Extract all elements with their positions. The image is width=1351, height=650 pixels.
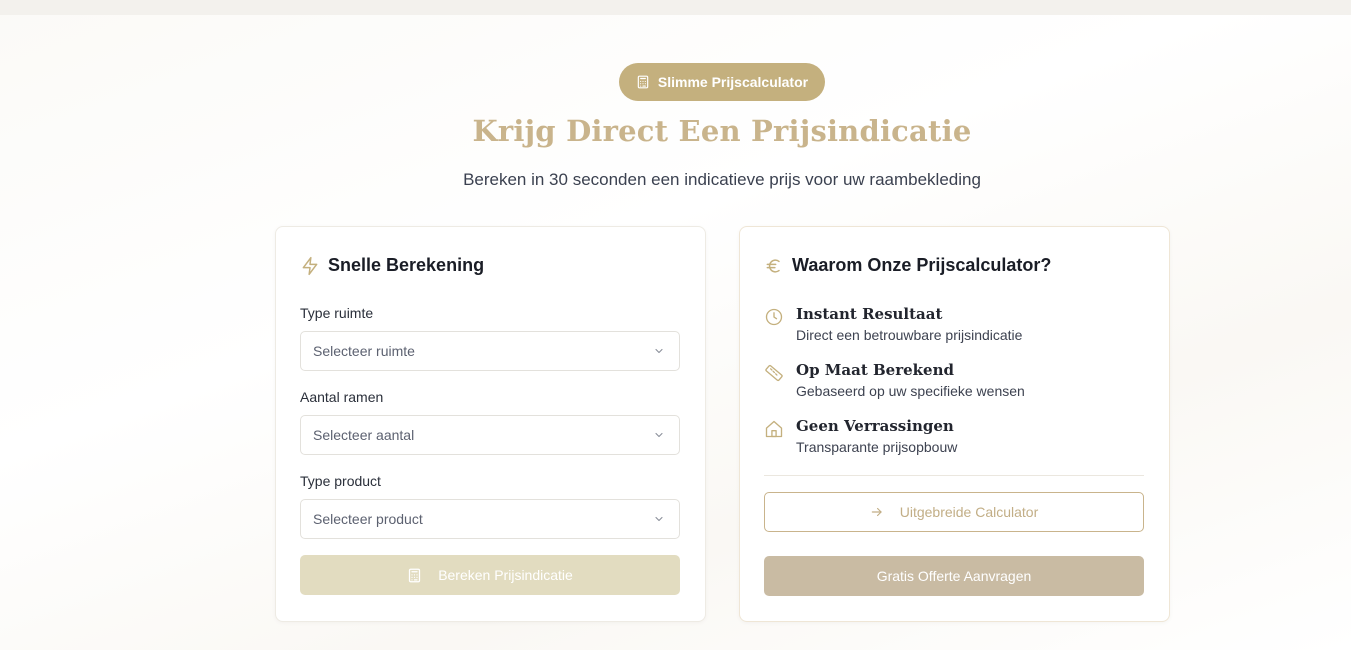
chevron-down-icon — [655, 432, 663, 438]
feature-item: Op Maat Berekend Gebaseerd op uw specifi… — [764, 361, 1025, 399]
room-type-value: Selecteer ruimte — [313, 343, 415, 359]
request-quote-label: Gratis Offerte Aanvragen — [876, 568, 1032, 584]
feature-title: Instant Resultaat — [796, 305, 943, 323]
page-subtitle: Bereken in 30 seconden een indicatieve p… — [463, 170, 981, 189]
feature-item: Instant Resultaat Direct een betrouwbare… — [764, 305, 1022, 343]
request-quote-button[interactable]: Gratis Offerte Aanvragen — [764, 556, 1144, 596]
why-header: Waarom Onze Prijscalculator? — [764, 255, 1051, 276]
chevron-down-icon — [655, 348, 663, 354]
top-bar — [0, 0, 1351, 15]
page-title: Krijg Direct Een Prijsindicatie — [472, 114, 972, 148]
calculator-badge: Slimme Prijscalculator — [619, 63, 825, 101]
window-count-select[interactable]: Selecteer aantal — [300, 415, 680, 455]
calculate-button[interactable]: Bereken Prijsindicatie — [300, 555, 680, 595]
product-type-label: Type product — [300, 473, 381, 489]
why-card: Waarom Onze Prijscalculator? Instant Res… — [739, 226, 1170, 622]
product-type-select[interactable]: Selecteer product — [300, 499, 680, 539]
room-type-select[interactable]: Selecteer ruimte — [300, 331, 680, 371]
arrow-right-icon — [871, 507, 882, 517]
window-count-label: Aantal ramen — [300, 389, 384, 405]
ruler-icon — [765, 364, 783, 382]
quick-calc-header: Snelle Berekening — [300, 255, 484, 276]
calculator-icon — [637, 75, 649, 89]
why-title: Waarom Onze Prijscalculator? — [792, 255, 1052, 275]
chevron-down-icon — [655, 516, 663, 522]
euro-icon — [766, 258, 780, 273]
window-count-value: Selecteer aantal — [313, 427, 415, 443]
calculator-icon — [409, 568, 421, 582]
badge-label: Slimme Prijscalculator — [657, 74, 809, 90]
feature-desc: Gebaseerd op uw specifieke wensen — [796, 383, 1025, 399]
calculate-button-label: Bereken Prijsindicatie — [438, 567, 573, 583]
feature-title: Geen Verrassingen — [796, 417, 954, 435]
quick-calc-card: Snelle Berekening Type ruimte Selecteer … — [275, 226, 706, 622]
room-type-label: Type ruimte — [300, 305, 374, 321]
product-type-value: Selecteer product — [313, 511, 423, 527]
home-icon — [765, 420, 783, 438]
divider — [764, 475, 1144, 476]
quick-calc-title: Snelle Berekening — [328, 255, 485, 275]
feature-desc: Transparante prijsopbouw — [796, 439, 958, 455]
feature-title: Op Maat Berekend — [796, 361, 954, 379]
feature-desc: Direct een betrouwbare prijsindicatie — [796, 327, 1023, 343]
lightning-icon — [302, 256, 318, 275]
extended-calculator-label: Uitgebreide Calculator — [899, 504, 1039, 520]
extended-calculator-button[interactable]: Uitgebreide Calculator — [764, 492, 1144, 532]
feature-item: Geen Verrassingen Transparante prijsopbo… — [764, 417, 957, 455]
clock-icon — [765, 308, 783, 326]
